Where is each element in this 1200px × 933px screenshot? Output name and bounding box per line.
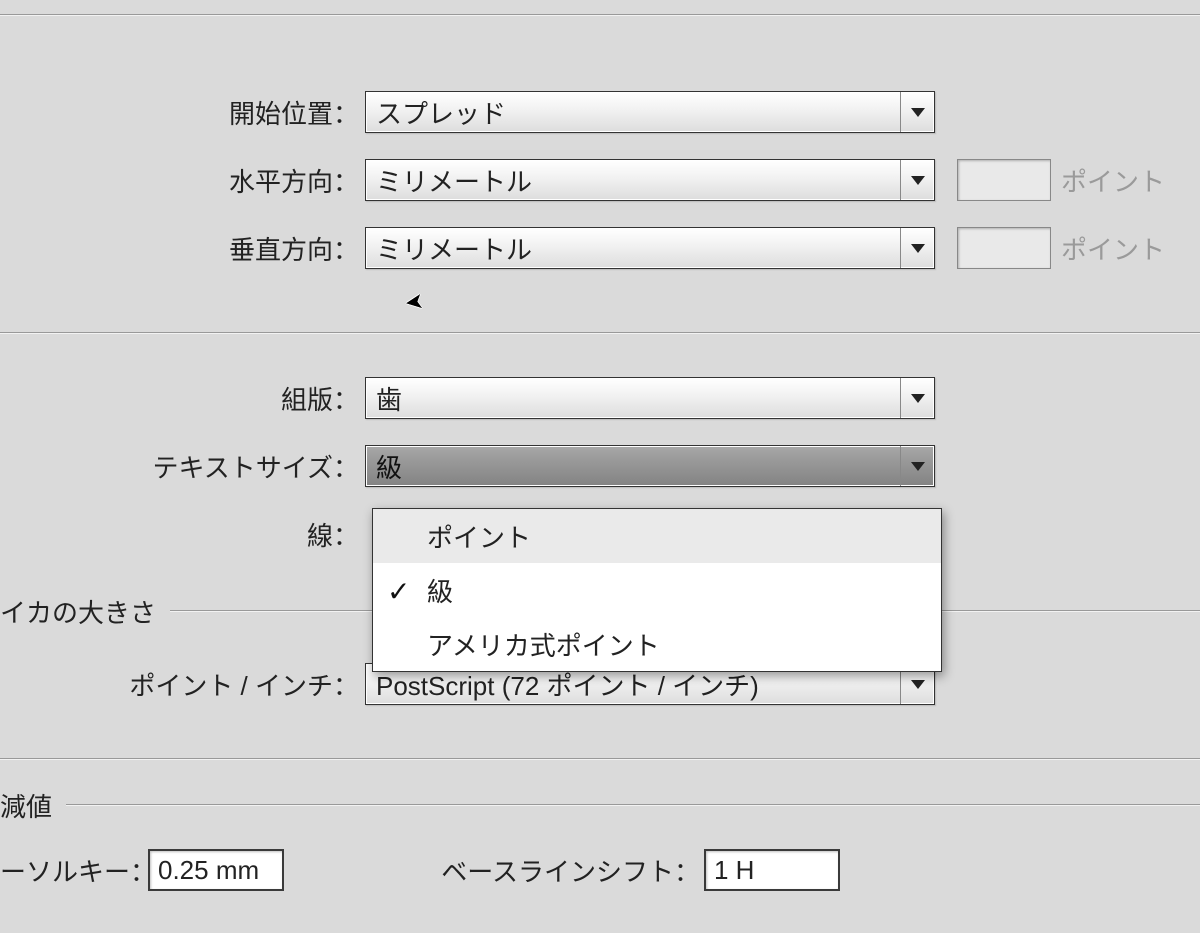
label-horizontal: 水平方向： [0, 162, 365, 199]
cursor-key-value: 0.25 mm [158, 855, 259, 886]
label-cursor-key: ーソルキー： [0, 852, 148, 889]
vertical-suffix: ポイント [1061, 230, 1165, 267]
row-vertical: 垂直方向： ミリメートル ポイント [0, 224, 1200, 272]
section-decrement-header: 減値 [0, 784, 1200, 826]
label-vertical: 垂直方向： [0, 230, 365, 267]
text-size-dropdown[interactable]: ポイント✓級アメリカ式ポイント [372, 508, 942, 672]
mouse-cursor-icon: ➤ [403, 288, 425, 316]
row-text-size: テキストサイズ： 級 [0, 442, 1200, 490]
combo-text-size-value: 級 [376, 448, 402, 485]
chevron-down-icon [900, 92, 934, 132]
row-typesetting: 組版： 歯 [0, 374, 1200, 422]
label-baseline-shift: ベースラインシフト： [284, 852, 704, 889]
cursor-key-input[interactable]: 0.25 mm [148, 849, 284, 891]
chevron-down-icon [900, 446, 934, 486]
row-horizontal: 水平方向： ミリメートル ポイント [0, 156, 1200, 204]
dropdown-option[interactable]: ポイント [373, 509, 941, 563]
combo-text-size[interactable]: 級 [365, 445, 935, 487]
label-points-per-inch: ポイント / インチ： [0, 666, 365, 703]
combo-typesetting[interactable]: 歯 [365, 377, 935, 419]
dropdown-option-label: ポイント [427, 518, 531, 555]
label-start-position: 開始位置： [0, 94, 365, 131]
chevron-down-icon [900, 160, 934, 200]
chevron-down-icon [900, 228, 934, 268]
combo-start-position[interactable]: スプレッド [365, 91, 935, 133]
vertical-points-input[interactable] [957, 227, 1051, 269]
label-line: 線： [0, 516, 365, 553]
baseline-shift-value: 1 H [714, 855, 754, 886]
dropdown-option-label: アメリカ式ポイント [427, 626, 660, 663]
dropdown-option-label: 級 [427, 572, 453, 609]
dropdown-option[interactable]: アメリカ式ポイント [373, 617, 941, 671]
row-start-position: 開始位置： スプレッド [0, 88, 1200, 136]
combo-vertical[interactable]: ミリメートル [365, 227, 935, 269]
row-bottom-inputs: ーソルキー： 0.25 mm ベースラインシフト： 1 H [0, 846, 1200, 894]
label-typesetting: 組版： [0, 380, 365, 417]
label-text-size: テキストサイズ： [0, 448, 365, 485]
combo-horizontal[interactable]: ミリメートル [365, 159, 935, 201]
section-size-label: イカの大きさ [0, 593, 170, 630]
baseline-shift-input[interactable]: 1 H [704, 849, 840, 891]
section-decrement-divider [66, 804, 1200, 806]
horizontal-points-input[interactable] [957, 159, 1051, 201]
section-decrement-label: 減値 [0, 787, 66, 824]
check-icon: ✓ [387, 575, 410, 608]
combo-typesetting-value: 歯 [376, 380, 402, 417]
chevron-down-icon [900, 378, 934, 418]
dropdown-option[interactable]: ✓級 [373, 563, 941, 617]
combo-vertical-value: ミリメートル [376, 230, 532, 267]
horizontal-suffix: ポイント [1061, 162, 1165, 199]
combo-start-position-value: スプレッド [376, 94, 506, 131]
combo-horizontal-value: ミリメートル [376, 162, 532, 199]
